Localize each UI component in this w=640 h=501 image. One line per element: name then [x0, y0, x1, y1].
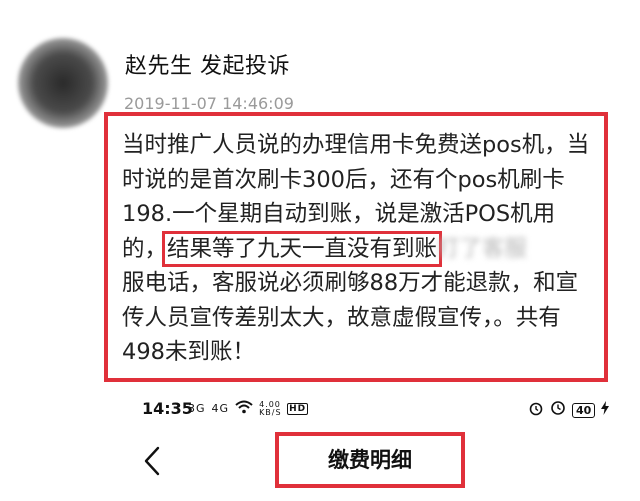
- complaint-line: 服电话，客服说必须刷够88万才能退款，和宣: [122, 270, 579, 296]
- complaint-line: 当时推广人员说的办理信用卡免费送pos机，当: [122, 132, 590, 158]
- wifi-icon: [235, 400, 253, 417]
- chevron-left-icon: [144, 446, 160, 476]
- navigation-bar: 缴费明细: [0, 425, 640, 501]
- back-button[interactable]: [134, 441, 170, 481]
- post-timestamp: 2019-11-07 14:46:09: [124, 94, 294, 113]
- lightning-icon: [601, 401, 610, 419]
- network-speed: 4.00 KB/S: [259, 399, 282, 417]
- status-time: 14:35: [142, 399, 193, 418]
- status-bar: 14:35 3G 4G 4.00 KB/S HD 40: [0, 395, 640, 425]
- complaint-screenshot: 赵先生 发起投诉 2019-11-07 14:46:09 当时推广人员说的办理信…: [0, 0, 640, 501]
- complaint-line-highlighted: 的，结果等了九天一直没有到账打了客服: [122, 230, 602, 267]
- complaint-line: 传人员宣传差别太大，故意虚假宣传，。共有: [122, 304, 561, 331]
- battery-icon: 40: [572, 402, 596, 418]
- blurred-text: 打了客服: [437, 235, 528, 262]
- signal-4g-icon: 4G: [211, 402, 230, 415]
- complaint-line: 498未到账！: [122, 339, 255, 365]
- alarm-icon: [528, 400, 544, 420]
- avatar[interactable]: [18, 38, 108, 128]
- line-prefix: 的，: [122, 235, 168, 262]
- title-annotation-box: [275, 432, 465, 488]
- hd-icon: HD: [287, 402, 309, 415]
- complaint-line: 时说的是首次刷卡300后，还有个pos机刷卡: [122, 166, 565, 193]
- highlighted-phrase: 结果等了九天一直没有到账: [162, 230, 443, 267]
- complaint-line: 198.一个星期自动到账，说是激活POS机用: [122, 201, 556, 227]
- signal-3g-icon: 3G: [188, 402, 206, 415]
- complaint-body: 当时推广人员说的办理信用卡免费送pos机，当 时说的是首次刷卡300后，还有个p…: [122, 128, 602, 370]
- clock-icon: [550, 400, 566, 420]
- status-system-group: 40: [528, 400, 610, 420]
- status-network-group: 3G 4G 4.00 KB/S HD: [188, 399, 309, 417]
- username-header: 赵先生 发起投诉: [125, 54, 290, 79]
